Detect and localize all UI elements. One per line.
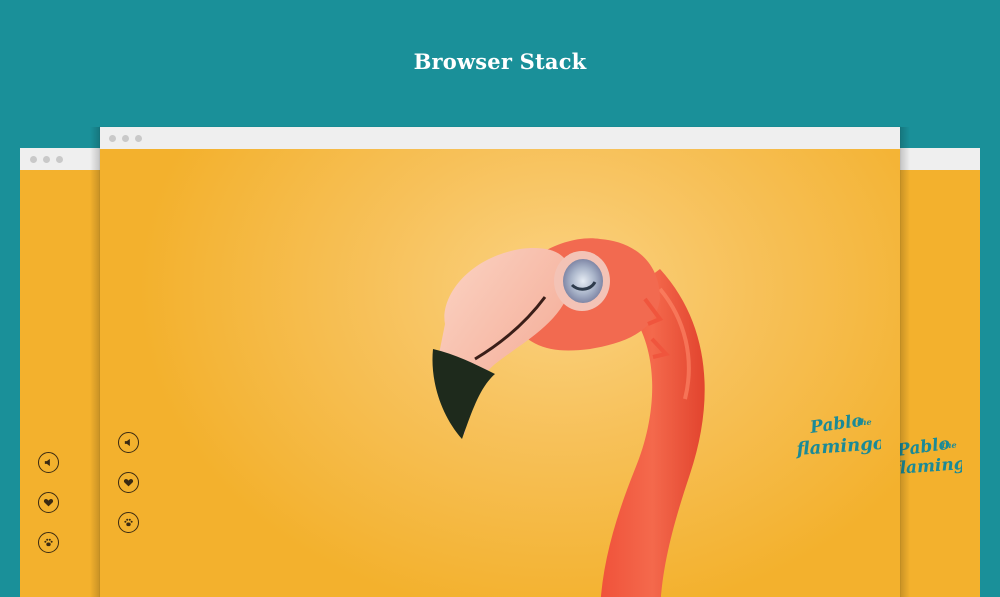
window-dot [43, 156, 50, 163]
pablo-logo: Pablo the flamingo [795, 413, 881, 463]
window-dot [135, 135, 142, 142]
svg-text:flamingo: flamingo [795, 433, 881, 460]
sound-button[interactable] [118, 432, 139, 453]
svg-text:the: the [942, 440, 957, 450]
browser-window-front: Pablo the flamingo [100, 127, 900, 597]
paw-button[interactable] [118, 512, 139, 533]
paw-icon [124, 518, 133, 527]
window-dot [30, 156, 37, 163]
window-dot [122, 135, 129, 142]
window-dot [109, 135, 116, 142]
window-shadow [900, 127, 910, 597]
browser-viewport: Pablo the flamingo [100, 149, 900, 597]
browser-chrome [100, 127, 900, 149]
sound-button-back[interactable] [38, 452, 59, 473]
svg-text:the: the [857, 417, 872, 427]
paw-button-back[interactable] [38, 532, 59, 553]
flamingo-illustration [432, 238, 705, 597]
page-title: Browser Stack [413, 49, 587, 74]
heart-icon [123, 479, 134, 487]
like-button[interactable] [118, 472, 139, 493]
heart-icon [43, 499, 54, 507]
speaker-icon [44, 458, 50, 467]
speaker-icon [124, 438, 130, 447]
window-shadow [90, 127, 100, 597]
like-button-back[interactable] [38, 492, 59, 513]
window-dot [56, 156, 63, 163]
paw-icon [44, 538, 53, 547]
